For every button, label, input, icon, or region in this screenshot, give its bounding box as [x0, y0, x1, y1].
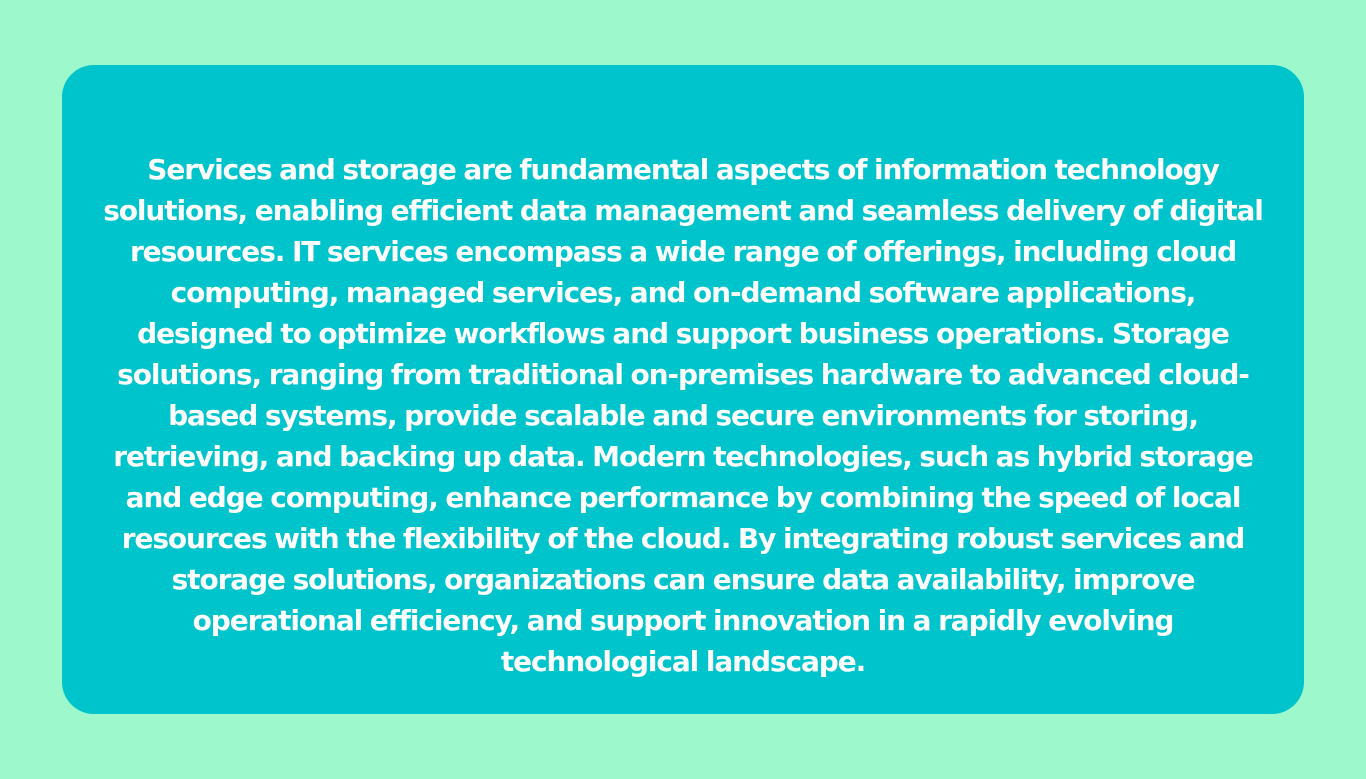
- card-paragraph: Services and storage are fundamental asp…: [103, 153, 1264, 678]
- content-card: Services and storage are fundamental asp…: [62, 65, 1304, 714]
